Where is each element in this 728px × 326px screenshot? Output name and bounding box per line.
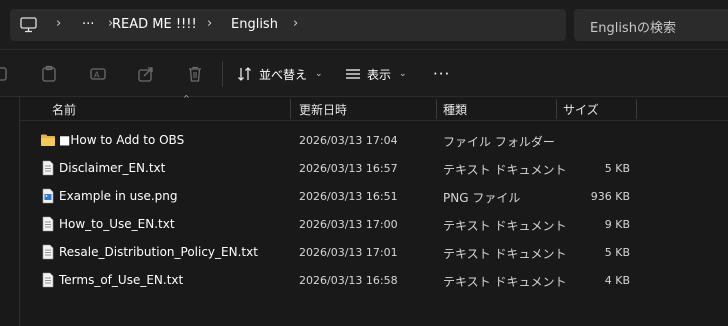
paste-icon[interactable] (40, 65, 58, 83)
file-date: 2026/03/13 17:01 (299, 246, 398, 259)
file-name: Resale_Distribution_Policy_EN.txt (59, 245, 258, 259)
file-list: ■How to Add to OBS 2026/03/13 17:04 ファイル… (20, 126, 728, 294)
column-size[interactable]: サイズ (563, 101, 599, 118)
column-header: ^ 名前 更新日時 種類 サイズ (20, 94, 728, 121)
file-type: ファイル フォルダー (443, 135, 555, 149)
sort-icon (238, 67, 251, 81)
this-pc-icon[interactable] (20, 17, 37, 33)
text-file-icon (42, 272, 54, 288)
file-name: Disclaimer_EN.txt (59, 161, 166, 175)
toolbar-divider (222, 61, 223, 87)
file-type: PNG ファイル (443, 191, 521, 205)
address-bar[interactable]: › ··· › READ ME !!!! › English › (10, 9, 566, 41)
folder-icon (41, 134, 55, 146)
delete-icon[interactable] (186, 65, 204, 83)
file-size: 9 KB (604, 218, 630, 231)
file-size: 4 KB (604, 274, 630, 287)
view-label: 表示 (367, 67, 392, 82)
image-file-icon (42, 188, 54, 204)
copy-icon[interactable] (0, 65, 10, 83)
column-divider[interactable] (436, 99, 437, 119)
file-row[interactable]: Resale_Distribution_Policy_EN.txt 2026/0… (20, 238, 728, 266)
more-options-button[interactable]: ··· (433, 64, 450, 84)
text-file-icon (42, 160, 54, 176)
column-divider[interactable] (556, 99, 557, 119)
file-name: ■How to Add to OBS (59, 133, 185, 147)
file-row[interactable]: ■How to Add to OBS 2026/03/13 17:04 ファイル… (20, 126, 728, 154)
column-name[interactable]: 名前 (52, 101, 76, 118)
file-row[interactable]: Terms_of_Use_EN.txt 2026/03/13 16:58 テキス… (20, 266, 728, 294)
file-row[interactable]: How_to_Use_EN.txt 2026/03/13 17:00 テキスト … (20, 210, 728, 238)
chevron-right-icon[interactable]: › (207, 16, 212, 31)
address-bar-row: › ··· › READ ME !!!! › English › English… (0, 0, 728, 50)
sort-ascending-icon: ^ (183, 94, 190, 103)
search-placeholder: Englishの検索 (590, 21, 676, 36)
file-type: テキスト ドキュメント (443, 247, 567, 261)
file-date: 2026/03/13 16:58 (299, 274, 398, 287)
file-date: 2026/03/13 16:51 (299, 190, 398, 203)
file-type: テキスト ドキュメント (443, 219, 567, 233)
sort-label: 並べ替え (259, 67, 308, 82)
svg-text:A: A (94, 71, 100, 80)
column-divider[interactable] (636, 99, 637, 119)
file-name: Terms_of_Use_EN.txt (59, 273, 184, 287)
file-size: 936 KB (590, 190, 630, 203)
chevron-down-icon: ⌄ (315, 69, 323, 79)
view-button[interactable]: 表示 ⌄ (345, 64, 407, 84)
text-file-icon (42, 216, 54, 232)
file-row[interactable]: Example in use.png 2026/03/13 16:51 PNG … (20, 182, 728, 210)
column-type[interactable]: 種類 (443, 101, 467, 118)
breadcrumb-english[interactable]: English (231, 17, 278, 32)
file-type: テキスト ドキュメント (443, 163, 567, 177)
breadcrumb-read-me[interactable]: READ ME !!!! (112, 17, 197, 32)
column-divider[interactable] (290, 99, 291, 119)
file-date: 2026/03/13 17:00 (299, 218, 398, 231)
file-size: 5 KB (604, 246, 630, 259)
column-date[interactable]: 更新日時 (299, 101, 347, 118)
view-list-icon (346, 69, 360, 79)
file-type: テキスト ドキュメント (443, 275, 567, 289)
chevron-right-icon[interactable]: › (56, 16, 61, 31)
search-input[interactable]: Englishの検索 (574, 9, 728, 41)
chevron-down-icon: ⌄ (399, 69, 407, 79)
navigation-pane[interactable] (0, 97, 20, 326)
share-icon[interactable] (137, 65, 155, 83)
chevron-right-icon[interactable]: › (293, 16, 298, 31)
rename-icon[interactable]: A (89, 65, 107, 83)
file-name: Example in use.png (59, 189, 178, 203)
file-date: 2026/03/13 17:04 (299, 134, 398, 147)
more-icon: ··· (433, 65, 451, 83)
sort-button[interactable]: 並べ替え ⌄ (237, 64, 323, 84)
file-size: 5 KB (604, 162, 630, 175)
file-row[interactable]: Disclaimer_EN.txt 2026/03/13 16:57 テキスト … (20, 154, 728, 182)
breadcrumb-more[interactable]: ··· (82, 17, 94, 32)
command-bar: A 並べ替え ⌄ 表示 ⌄ ··· (0, 51, 728, 97)
text-file-icon (42, 244, 54, 260)
file-name: How_to_Use_EN.txt (59, 217, 175, 231)
file-date: 2026/03/13 16:57 (299, 162, 398, 175)
